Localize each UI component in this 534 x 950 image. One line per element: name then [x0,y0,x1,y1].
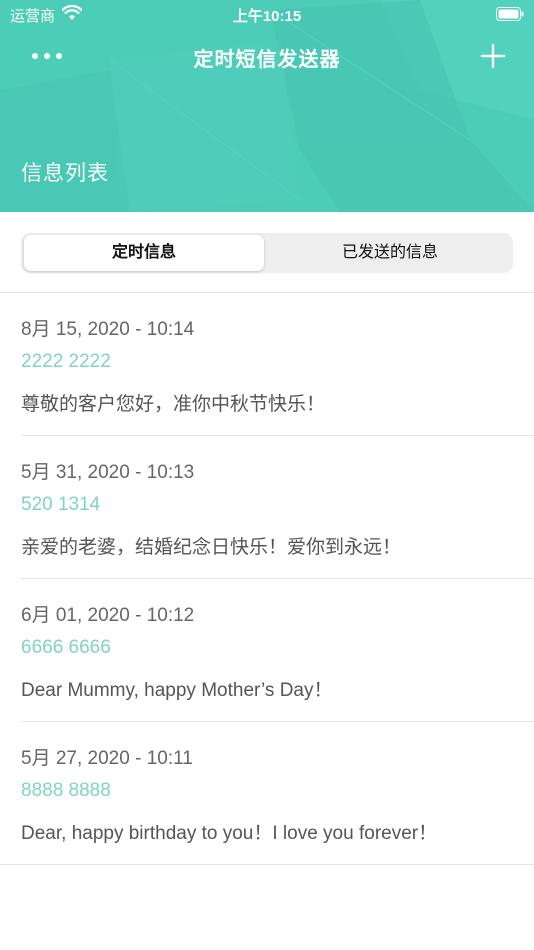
message-item[interactable]: 5月 31, 2020 - 10:13 520 1314 亲爱的老婆，结婚纪念日… [0,436,534,579]
navigation-bar: 定时短信发送器 [0,34,534,78]
plus-icon[interactable] [480,43,506,69]
message-list: 8月 15, 2020 - 10:14 2222 2222 尊敬的客户您好，准你… [0,293,534,865]
message-item[interactable]: 5月 27, 2020 - 10:11 8888 8888 Dear, happ… [0,722,534,865]
message-date: 5月 27, 2020 - 10:11 [21,748,193,769]
message-date: 8月 15, 2020 - 10:14 [21,319,195,340]
tab-sent-messages[interactable]: 已发送的信息 [270,235,510,271]
message-date: 5月 31, 2020 - 10:13 [21,462,195,483]
battery-icon [496,7,524,21]
nav-title: 定时短信发送器 [193,49,341,71]
status-time: 上午10:15 [232,8,302,25]
header: 运营商 上午10:15 定时短信发送器 信息列表 [0,0,534,212]
message-phone: 2222 2222 [21,351,111,372]
status-bar: 运营商 上午10:15 [0,0,534,28]
message-body: 亲爱的老婆，结婚纪念日快乐！爱你到永远！ [21,537,402,558]
message-body: 尊敬的客户您好，准你中秋节快乐！ [21,394,326,415]
message-phone: 520 1314 [21,494,101,515]
message-phone: 6666 6666 [21,637,111,658]
section-title: 信息列表 [21,162,109,185]
message-item[interactable]: 6月 01, 2020 - 10:12 6666 6666 Dear Mummy… [0,579,534,722]
message-body: Dear, happy birthday to you！I love you f… [21,823,438,844]
tab-scheduled-messages[interactable]: 定时信息 [24,235,264,271]
message-body: Dear Mummy, happy Mother’s Day！ [21,680,333,701]
segmented-control: 定时信息 已发送的信息 [21,233,513,273]
message-item[interactable]: 8月 15, 2020 - 10:14 2222 2222 尊敬的客户您好，准你… [0,293,534,436]
message-date: 6月 01, 2020 - 10:12 [21,605,195,626]
divider [0,864,534,865]
message-phone: 8888 8888 [21,780,111,801]
